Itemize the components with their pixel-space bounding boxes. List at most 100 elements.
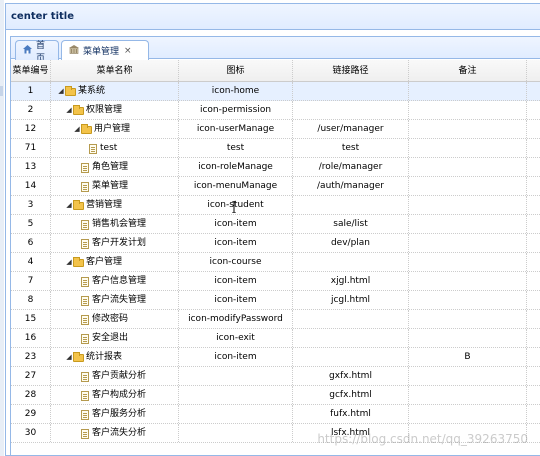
table-row[interactable]: 13 角色管理 icon-roleManage/role/manager	[11, 158, 540, 177]
table-row[interactable]: 3 ◢ 营销管理 icon-student	[11, 196, 540, 215]
col-header-icon[interactable]: 图标	[179, 60, 293, 81]
cell-icon: test	[179, 139, 293, 157]
node-label: 客户流失分析	[92, 428, 147, 438]
cell-url: sale/list	[293, 215, 409, 233]
panel-header: center title	[6, 4, 540, 30]
cell-name: ◢ 用户管理	[51, 120, 179, 138]
file-icon	[81, 314, 89, 325]
expand-toggle-icon[interactable]: ◢	[57, 82, 65, 100]
col-header-note[interactable]: 备注	[409, 60, 527, 81]
grid-body: 1 ◢ 某系统 icon-home 2 ◢ 权限管理 icon-permission 12 ◢ 用户…	[11, 82, 540, 443]
table-row[interactable]: 2 ◢ 权限管理 icon-permission	[11, 101, 540, 120]
table-row[interactable]: 1 ◢ 某系统 icon-home	[11, 82, 540, 101]
cell-url: /auth/manager	[293, 177, 409, 195]
cell-name: 客户构成分析	[51, 386, 179, 404]
node-label: 营销管理	[86, 200, 123, 210]
table-row[interactable]: 5 销售机会管理 icon-item sale/list	[11, 215, 540, 234]
folder-open-icon	[73, 351, 84, 362]
tabs-container: 首页 菜单管理 × 菜单编号 菜单名称 图标 链接路径 备注 1 ◢ 某系统 icon…	[10, 36, 540, 456]
cell-url	[293, 253, 409, 271]
cell-name: ◢ 统计报表	[51, 348, 179, 366]
cell-icon: icon-permission	[179, 101, 293, 119]
cell-note	[409, 158, 527, 176]
folder-open-icon	[65, 85, 76, 96]
cell-note	[409, 177, 527, 195]
node-label: 客户构成分析	[92, 390, 147, 400]
cell-id: 4	[11, 253, 51, 271]
cell-filler	[527, 272, 540, 290]
cell-icon: icon-course	[179, 253, 293, 271]
file-icon	[81, 409, 89, 420]
table-row[interactable]: 4 ◢ 客户管理 icon-course	[11, 253, 540, 272]
close-icon[interactable]: ×	[124, 46, 132, 56]
cell-icon	[179, 386, 293, 404]
file-icon	[81, 390, 89, 401]
table-row[interactable]: 8 客户流失管理 icon-item jcgl.html	[11, 291, 540, 310]
node-label: 销售机会管理	[92, 219, 147, 229]
cell-url: jcgl.html	[293, 291, 409, 309]
cell-url	[293, 348, 409, 366]
table-row[interactable]: 28 客户构成分析 gcfx.html	[11, 386, 540, 405]
cell-filler	[527, 367, 540, 385]
cell-filler	[527, 82, 540, 100]
file-icon	[81, 181, 89, 192]
node-label: test	[100, 143, 118, 153]
cell-url: /role/manager	[293, 158, 409, 176]
cell-id: 6	[11, 234, 51, 252]
cell-name: ◢ 权限管理	[51, 101, 179, 119]
table-row[interactable]: 15 修改密码 icon-modifyPassword	[11, 310, 540, 329]
col-header-url[interactable]: 链接路径	[293, 60, 409, 81]
expand-toggle-icon[interactable]: ◢	[65, 196, 73, 214]
region-marker	[0, 86, 3, 96]
cell-filler	[527, 405, 540, 423]
expand-toggle-icon[interactable]: ◢	[65, 348, 73, 366]
node-label: 安全退出	[92, 333, 129, 343]
cell-filler	[527, 329, 540, 347]
text-cursor-icon	[232, 201, 236, 213]
left-collapsed-region	[0, 0, 4, 456]
cell-note	[409, 82, 527, 100]
cell-filler	[527, 120, 540, 138]
cell-filler	[527, 158, 540, 176]
cell-url	[293, 329, 409, 347]
tab-home[interactable]: 首页	[15, 40, 59, 64]
menu-treegrid: 菜单编号 菜单名称 图标 链接路径 备注 1 ◢ 某系统 icon-home 2 ◢ 权限管…	[11, 60, 540, 443]
node-label: 用户管理	[94, 124, 131, 134]
table-row[interactable]: 29 客户服务分析 fufx.html	[11, 405, 540, 424]
node-label: 统计报表	[86, 352, 123, 362]
cell-url: gcfx.html	[293, 386, 409, 404]
expand-toggle-icon[interactable]: ◢	[65, 253, 73, 271]
watermark: https://blog.csdn.net/qq_39263750	[317, 432, 528, 446]
table-row[interactable]: 7 客户信息管理 icon-item xjgl.html	[11, 272, 540, 291]
folder-open-icon	[73, 199, 84, 210]
table-row[interactable]: 27 客户贡献分析 gxfx.html	[11, 367, 540, 386]
cell-note	[409, 120, 527, 138]
cell-name: 客户信息管理	[51, 272, 179, 290]
node-label: 权限管理	[86, 105, 123, 115]
cell-name: ◢ 营销管理	[51, 196, 179, 214]
table-row[interactable]: 23 ◢ 统计报表 icon-item B	[11, 348, 540, 367]
table-row[interactable]: 71 test test test	[11, 139, 540, 158]
cell-filler	[527, 196, 540, 214]
cell-url	[293, 196, 409, 214]
tab-menu-manage-label: 菜单管理	[83, 47, 120, 57]
table-row[interactable]: 6 客户开发计划 icon-item dev/plan	[11, 234, 540, 253]
tab-menu-manage[interactable]: 菜单管理 ×	[61, 40, 149, 60]
expand-toggle-icon[interactable]: ◢	[65, 101, 73, 119]
cell-note	[409, 253, 527, 271]
cell-id: 29	[11, 405, 51, 423]
cell-name: test	[51, 139, 179, 157]
table-row[interactable]: 12 ◢ 用户管理 icon-userManage/user/manager	[11, 120, 540, 139]
cell-url	[293, 310, 409, 328]
expand-toggle-icon[interactable]: ◢	[73, 120, 81, 138]
cell-filler	[527, 234, 540, 252]
col-header-name[interactable]: 菜单名称	[51, 60, 179, 81]
cell-name: 销售机会管理	[51, 215, 179, 233]
node-label: 客户贡献分析	[92, 371, 147, 381]
table-row[interactable]: 14 菜单管理 icon-menuManage/auth/manager	[11, 177, 540, 196]
table-row[interactable]: 16 安全退出 icon-exit	[11, 329, 540, 348]
cell-url: xjgl.html	[293, 272, 409, 290]
cell-note	[409, 234, 527, 252]
col-header-id[interactable]: 菜单编号	[11, 60, 51, 81]
cell-icon: icon-item	[179, 272, 293, 290]
